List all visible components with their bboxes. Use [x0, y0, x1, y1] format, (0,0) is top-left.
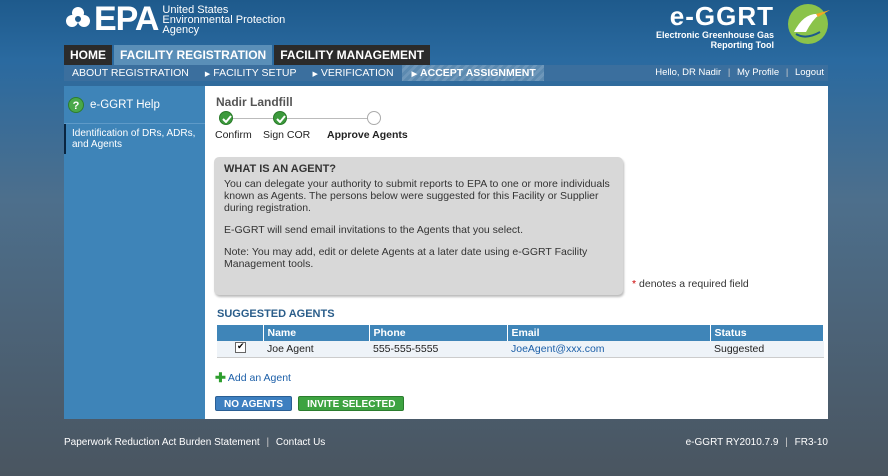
sidebar: ? e-GGRT Help Identification of DRs, ADR… [64, 86, 205, 419]
epa-logo[interactable]: EPA United States Environmental Protecti… [64, 2, 285, 36]
form-code: FR3-10 [794, 437, 828, 448]
subnav-facility-setup[interactable]: ▶ FACILITY SETUP [197, 67, 305, 79]
agent-status: Suggested [710, 341, 824, 358]
subnav-verification-label: VERIFICATION [320, 67, 394, 79]
facility-name: Nadir Landfill [216, 95, 293, 109]
agent-email-cell: JoeAgent@xxx.com [507, 341, 710, 358]
arrow-right-icon: ▶ [312, 71, 318, 78]
invite-selected-button[interactable]: INVITE SELECTED [298, 396, 405, 411]
eggrt-title: e-GGRT [669, 1, 774, 31]
subnav-verification[interactable]: ▶ VERIFICATION [305, 67, 402, 79]
arrow-right-icon: ▶ [411, 71, 418, 78]
step-sign-cor-check-icon [273, 111, 287, 125]
subnav-facility-setup-label: FACILITY SETUP [213, 67, 297, 79]
subnav-accept-assignment-label: ACCEPT ASSIGNMENT [420, 67, 536, 79]
info-paragraph-3: Note: You may add, edit or delete Agents… [224, 246, 588, 270]
table-row: Joe Agent 555-555-5555 JoeAgent@xxx.com … [217, 341, 824, 358]
step-approve-agents-label: Approve Agents [327, 129, 408, 141]
add-agent-label: Add an Agent [227, 372, 291, 384]
divider: | [266, 437, 270, 448]
version-text: e-GGRT RY2010.7.9 [685, 437, 779, 448]
tab-home[interactable]: HOME [64, 45, 112, 65]
sidebar-link-identification[interactable]: Identification of DRs, ADRs, and Agents [64, 124, 205, 154]
agent-select-checkbox[interactable] [235, 341, 246, 353]
step-confirm-label: Confirm [215, 129, 252, 141]
eggrt-subtitle-2: Reporting Tool [710, 40, 774, 50]
heron-logo-icon [788, 4, 830, 44]
epa-mark-text: EPA [94, 0, 159, 38]
footer-version: e-GGRT RY2010.7.9 | FR3-10 [686, 437, 828, 448]
table-header-row: Name Phone Email Status [217, 325, 824, 341]
step-connector [225, 118, 375, 119]
required-note-text: denotes a required field [639, 278, 749, 290]
logout-link[interactable]: Logout [795, 67, 824, 78]
select-column-header [217, 325, 264, 341]
step-confirm-check-icon [219, 111, 233, 125]
subnav-accept-assignment[interactable]: ▶ ACCEPT ASSIGNMENT [401, 65, 544, 81]
agents-table: Name Phone Email Status Joe Agent 555-55… [217, 325, 824, 358]
paperwork-link[interactable]: Paperwork Reduction Act Burden Statement [64, 437, 260, 448]
site-header: EPA United States Environmental Protecti… [0, 0, 888, 50]
column-header-name: Name [263, 325, 370, 341]
required-star: * [632, 278, 637, 290]
column-header-phone: Phone [369, 325, 508, 341]
agent-email-link[interactable]: JoeAgent@xxx.com [511, 343, 605, 355]
user-links: Hello, DR Nadir | My Profile | Logout [655, 65, 824, 81]
column-header-status: Status [710, 325, 824, 341]
step-sign-cor-label: Sign COR [263, 129, 311, 141]
agent-name: Joe Agent [263, 341, 369, 358]
divider: | [727, 67, 731, 78]
main-content: Nadir Landfill Confirm Sign COR Approve … [205, 86, 828, 419]
add-agent-link[interactable]: ✚ Add an Agent [215, 370, 291, 386]
required-note: * denotes a required field [632, 278, 749, 290]
tab-facility-registration[interactable]: FACILITY REGISTRATION [114, 45, 273, 65]
suggested-agents-title: SUGGESTED AGENTS [217, 308, 335, 320]
epa-agency-name: United States Environmental Protection A… [162, 5, 285, 36]
my-profile-link[interactable]: My Profile [737, 67, 779, 78]
info-paragraph-2: E-GGRT will send email invitations to th… [224, 224, 524, 236]
help-link[interactable]: ? e-GGRT Help [64, 86, 205, 124]
footer-links: Paperwork Reduction Act Burden Statement… [64, 437, 325, 448]
user-greeting: Hello, DR Nadir [655, 67, 722, 78]
arrow-right-icon: ▶ [204, 71, 211, 78]
eggrt-logo: e-GGRT Electronic Greenhouse Gas Reporti… [656, 2, 832, 50]
eggrt-subtitle-1: Electronic Greenhouse Gas [655, 30, 774, 40]
step-approve-agents-circle-icon [367, 111, 381, 125]
divider: | [785, 67, 789, 78]
help-question-icon: ? [68, 96, 84, 113]
agent-phone: 555-555-5555 [369, 341, 507, 358]
column-header-email: Email [507, 325, 711, 341]
help-label: e-GGRT Help [90, 98, 160, 111]
main-tabs: HOME FACILITY REGISTRATION FACILITY MANA… [64, 45, 432, 65]
contact-us-link[interactable]: Contact Us [276, 437, 325, 448]
epa-wordmark: EPA [64, 0, 159, 38]
sub-navigation: ABOUT REGISTRATION ▶ FACILITY SETUP ▶ VERI… [64, 65, 828, 81]
divider: | [785, 437, 788, 448]
action-buttons: NO AGENTS INVITE SELECTED [215, 396, 410, 411]
select-cell [217, 341, 263, 358]
info-title: WHAT IS AN AGENT? [224, 163, 337, 175]
info-paragraph-1: You can delegate your authority to submi… [224, 178, 610, 214]
tab-facility-management[interactable]: FACILITY MANAGEMENT [274, 45, 431, 65]
subnav-about-registration[interactable]: ABOUT REGISTRATION [64, 67, 197, 79]
no-agents-button[interactable]: NO AGENTS [215, 396, 293, 411]
epa-flower-icon [66, 7, 90, 27]
agent-info-box: WHAT IS AN AGENT? You can delegate your … [214, 157, 623, 295]
epa-line3: Agency [162, 24, 200, 36]
plus-icon: ✚ [215, 370, 226, 385]
